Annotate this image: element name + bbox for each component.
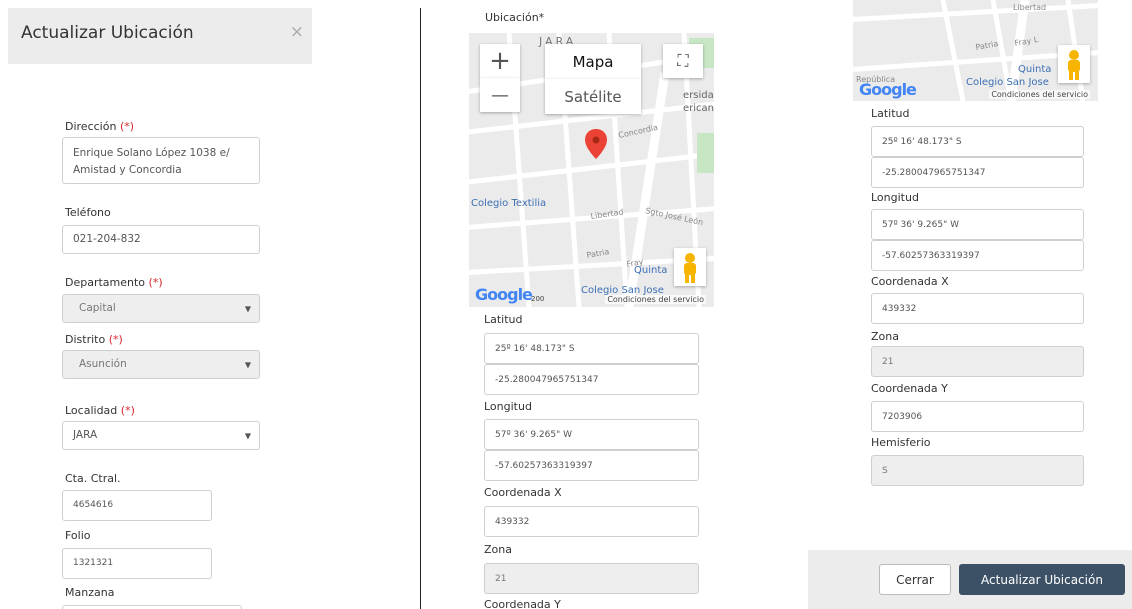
chevron-down-icon: ▼ <box>244 304 251 313</box>
zoom-out-button[interactable]: — <box>480 78 520 112</box>
modal-header: Actualizar Ubicación × <box>8 8 312 64</box>
longitud-decimal-input[interactable]: -57.60257363319397 <box>484 450 699 481</box>
localidad-select[interactable]: JARA ▼ <box>62 421 260 450</box>
svg-text:ersidad: ersidad <box>683 90 714 101</box>
longitud-dms-input[interactable]: 57º 36' 9.265" W <box>871 209 1084 240</box>
fullscreen-icon: ⛶ <box>677 51 689 70</box>
panel-divider <box>420 8 421 609</box>
latitud-decimal-input[interactable]: -25.280047965751347 <box>484 364 699 395</box>
map-view[interactable]: JARA Colegio Textilia Quinta Colegio San… <box>469 33 714 307</box>
update-location-button[interactable]: Actualizar Ubicación <box>959 564 1125 595</box>
chevron-down-icon: ▼ <box>244 360 251 369</box>
svg-text:Colegio Textilia: Colegio Textilia <box>471 198 546 209</box>
location-map-panel-scrolled: Libertad Patria Fray L República Quinta … <box>853 0 1132 609</box>
zona-input[interactable]: 21 <box>871 346 1084 377</box>
latitud-label: Latitud <box>871 107 910 120</box>
modal-title: Actualizar Ubicación <box>21 23 194 43</box>
coordenada-x-label: Coordenada X <box>871 275 949 288</box>
map-view[interactable]: Libertad Patria Fray L República Quinta … <box>853 0 1098 101</box>
map-type-map-button[interactable]: Mapa <box>545 44 641 79</box>
departamento-select[interactable]: Capital ▼ <box>62 294 260 323</box>
telefono-input[interactable]: 021-204-832 <box>62 225 260 254</box>
manzana-input[interactable] <box>62 605 242 609</box>
longitud-label: Longitud <box>871 191 919 204</box>
pegman-icon <box>684 253 696 283</box>
distrito-select[interactable]: Asunción ▼ <box>62 350 260 379</box>
pegman-icon <box>1068 50 1080 80</box>
ubicacion-label: Ubicación* <box>485 11 545 24</box>
zona-label: Zona <box>484 543 512 556</box>
telefono-label: Teléfono <box>65 206 111 219</box>
map-scale: 200 <box>531 295 545 303</box>
zona-label: Zona <box>871 330 899 343</box>
manzana-label: Manzana <box>65 586 115 599</box>
direccion-textarea[interactable]: Enrique Solano López 1038 e/ Amistad y C… <box>62 137 260 184</box>
modal-footer: Cerrar Actualizar Ubicación <box>808 550 1132 609</box>
longitud-label: Longitud <box>484 400 532 413</box>
longitud-decimal-input[interactable]: -57.60257363319397 <box>871 240 1084 271</box>
latitud-decimal-input[interactable]: -25.280047965751347 <box>871 157 1084 188</box>
map-terms-link[interactable]: Condiciones del servicio <box>605 295 706 304</box>
longitud-dms-input[interactable]: 57º 36' 9.265" W <box>484 419 699 450</box>
folio-input[interactable]: 1321321 <box>62 548 212 579</box>
location-map-panel: Ubicación* JARA Colegio Textilia Quinta … <box>468 0 718 609</box>
location-form-panel: Actualizar Ubicación × Dirección (*) Enr… <box>8 8 312 609</box>
street-view-button[interactable] <box>1058 45 1090 83</box>
svg-text:Libertad: Libertad <box>1013 3 1046 12</box>
coordenada-x-label: Coordenada X <box>484 486 562 499</box>
google-logo: Google <box>859 80 917 99</box>
map-type-satellite-button[interactable]: Satélite <box>545 79 641 114</box>
coordenada-x-input[interactable]: 439332 <box>871 293 1084 324</box>
cta-ctral-label: Cta. Ctral. <box>65 472 121 485</box>
map-terms-link[interactable]: Condiciones del servicio <box>989 90 1090 99</box>
chevron-down-icon: ▼ <box>244 431 251 440</box>
svg-text:Quinta: Quinta <box>1018 64 1051 75</box>
coordenada-x-input[interactable]: 439332 <box>484 506 699 537</box>
zona-input[interactable]: 21 <box>484 563 699 594</box>
required-mark: (*) <box>119 120 135 133</box>
departamento-label: Departamento (*) <box>65 276 163 289</box>
zoom-in-button[interactable]: + <box>480 44 520 78</box>
folio-label: Folio <box>65 529 91 542</box>
svg-text:Colegio San Jose: Colegio San Jose <box>966 77 1049 88</box>
distrito-label: Distrito (*) <box>65 333 123 346</box>
cta-ctral-input[interactable]: 4654616 <box>62 490 212 521</box>
hemisferio-label: Hemisferio <box>871 436 931 449</box>
fullscreen-button[interactable]: ⛶ <box>663 44 703 78</box>
localidad-label: Localidad (*) <box>65 404 135 417</box>
close-icon[interactable]: × <box>290 22 304 42</box>
latitud-dms-input[interactable]: 25º 16' 48.173" S <box>871 126 1084 157</box>
direccion-label: Dirección (*) <box>65 120 135 133</box>
hemisferio-input[interactable]: S <box>871 455 1084 486</box>
coordenada-y-input[interactable]: 7203906 <box>871 401 1084 432</box>
coordenada-y-label: Coordenada Y <box>871 382 948 395</box>
latitud-label: Latitud <box>484 313 523 326</box>
street-view-button[interactable] <box>674 248 706 286</box>
latitud-dms-input[interactable]: 25º 16' 48.173" S <box>484 333 699 364</box>
cancel-button[interactable]: Cerrar <box>879 564 951 595</box>
google-logo: Google <box>475 285 533 304</box>
map-pin-icon[interactable] <box>585 129 607 159</box>
svg-text:ericana: ericana <box>683 103 714 114</box>
coordenada-y-label: Coordenada Y <box>484 598 561 609</box>
